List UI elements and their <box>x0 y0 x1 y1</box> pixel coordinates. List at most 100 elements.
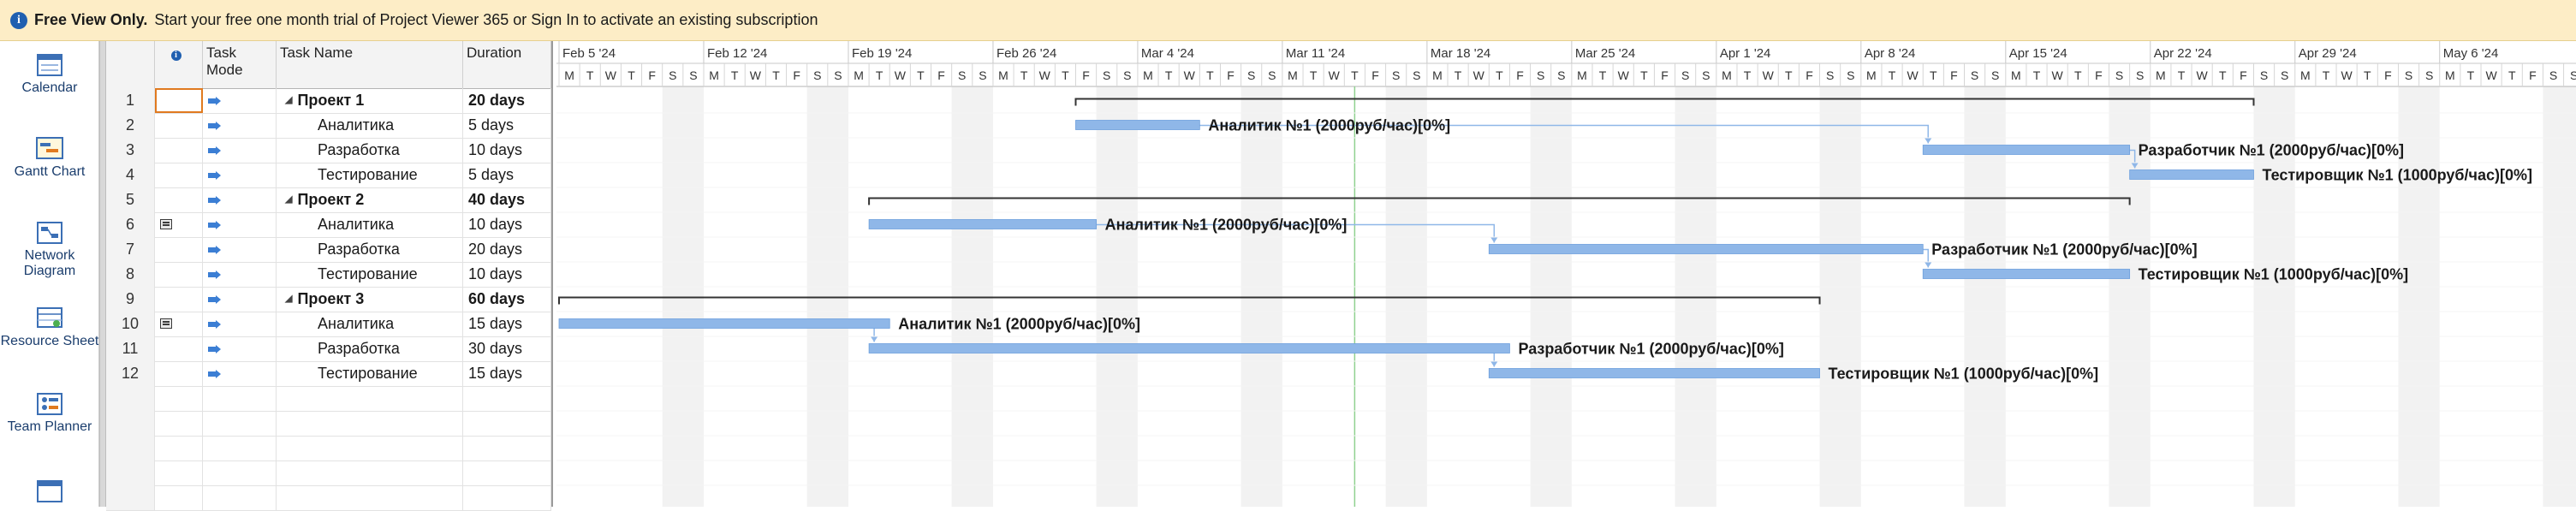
indicator-cell[interactable] <box>155 237 203 262</box>
indicator-cell[interactable] <box>155 312 203 336</box>
table-row[interactable]: 9 ◢ Проект 3 60 days <box>106 287 551 312</box>
table-row[interactable]: 8 Тестирование 10 days <box>106 262 551 288</box>
task-mode-cell[interactable] <box>203 312 277 336</box>
task-bar[interactable] <box>1075 120 1200 130</box>
task-mode-cell[interactable] <box>203 187 277 212</box>
duration-cell[interactable]: 10 days <box>463 138 551 163</box>
task-bar[interactable] <box>2129 169 2254 180</box>
duration-cell[interactable]: 10 days <box>463 262 551 287</box>
empty-row[interactable] <box>106 460 551 486</box>
duration-cell[interactable]: 20 days <box>463 88 551 113</box>
indicator-cell[interactable] <box>155 113 203 138</box>
empty-cell[interactable] <box>277 460 463 485</box>
empty-cell[interactable] <box>106 411 155 436</box>
sidebar-item-gantt[interactable]: Gantt Chart <box>0 135 99 180</box>
empty-cell[interactable] <box>155 386 203 411</box>
row-id[interactable]: 7 <box>106 237 155 262</box>
table-row[interactable]: 1 ◢ Проект 1 20 days <box>106 88 551 114</box>
task-name-cell[interactable]: Тестирование <box>277 163 463 187</box>
duration-cell[interactable]: 5 days <box>463 113 551 138</box>
task-mode-cell[interactable] <box>203 88 277 113</box>
task-bar[interactable] <box>1922 145 2131 155</box>
indicator-cell[interactable] <box>155 262 203 287</box>
task-mode-cell[interactable] <box>203 287 277 312</box>
empty-cell[interactable] <box>277 436 463 460</box>
task-mode-cell[interactable] <box>203 237 277 262</box>
row-id[interactable]: 1 <box>106 88 155 113</box>
task-name-cell[interactable]: Разработка <box>277 237 463 262</box>
table-row[interactable]: 10 Аналитика 15 days <box>106 312 551 337</box>
sidebar-item-more[interactable] <box>0 478 99 507</box>
empty-cell[interactable] <box>203 460 277 485</box>
duration-cell[interactable]: 15 days <box>463 312 551 336</box>
task-name-cell[interactable]: ◢ Проект 3 <box>277 287 463 312</box>
task-mode-cell[interactable] <box>203 361 277 386</box>
duration-cell[interactable]: 20 days <box>463 237 551 262</box>
task-bar[interactable] <box>1488 244 1924 254</box>
empty-cell[interactable] <box>203 411 277 436</box>
task-bar[interactable] <box>868 219 1098 229</box>
empty-row[interactable] <box>106 386 551 412</box>
duration-cell[interactable]: 10 days <box>463 212 551 237</box>
indicator-cell[interactable] <box>155 138 203 163</box>
indicator-cell[interactable] <box>155 212 203 237</box>
row-id[interactable]: 10 <box>106 312 155 336</box>
empty-cell[interactable] <box>106 460 155 485</box>
task-name-cell[interactable]: Тестирование <box>277 361 463 386</box>
table-row[interactable]: 12 Тестирование 15 days <box>106 361 551 387</box>
sidebar-item-network[interactable]: Network Diagram <box>0 219 99 279</box>
row-id[interactable]: 12 <box>106 361 155 386</box>
summary-bar[interactable] <box>868 197 2131 205</box>
collapse-caret-icon[interactable]: ◢ <box>285 287 292 312</box>
empty-cell[interactable] <box>106 386 155 411</box>
task-bar[interactable] <box>1922 269 2131 279</box>
empty-cell[interactable] <box>155 460 203 485</box>
sidebar-item-team-planner[interactable]: Team Planner <box>0 390 99 435</box>
task-name-cell[interactable]: Аналитика <box>277 212 463 237</box>
indicator-cell[interactable] <box>155 88 203 113</box>
row-id[interactable]: 4 <box>106 163 155 187</box>
banner-message[interactable]: Start your free one month trial of Proje… <box>154 11 818 29</box>
table-row[interactable]: 11 Разработка 30 days <box>106 336 551 362</box>
duration-header[interactable]: Duration <box>463 41 551 88</box>
indicator-cell[interactable] <box>155 336 203 361</box>
empty-cell[interactable] <box>106 436 155 460</box>
task-mode-header[interactable]: Task Mode <box>203 41 277 88</box>
task-mode-cell[interactable] <box>203 262 277 287</box>
task-name-cell[interactable]: Разработка <box>277 138 463 163</box>
task-mode-cell[interactable] <box>203 212 277 237</box>
task-name-cell[interactable]: Разработка <box>277 336 463 361</box>
duration-cell[interactable]: 5 days <box>463 163 551 187</box>
task-name-cell[interactable]: Аналитика <box>277 113 463 138</box>
empty-cell[interactable] <box>203 436 277 460</box>
task-name-cell[interactable]: ◢ Проект 1 <box>277 88 463 113</box>
row-id[interactable]: 3 <box>106 138 155 163</box>
collapse-caret-icon[interactable]: ◢ <box>285 187 292 212</box>
table-row[interactable]: 5 ◢ Проект 2 40 days <box>106 187 551 213</box>
indicators-header[interactable]: i <box>155 41 203 88</box>
empty-cell[interactable] <box>463 386 551 411</box>
sidebar-item-resource-sheet[interactable]: Resource Sheet <box>0 305 99 349</box>
row-id[interactable]: 2 <box>106 113 155 138</box>
empty-cell[interactable] <box>155 411 203 436</box>
task-name-header[interactable]: Task Name <box>277 41 463 88</box>
row-id[interactable]: 11 <box>106 336 155 361</box>
empty-row[interactable] <box>106 436 551 461</box>
duration-cell[interactable]: 15 days <box>463 361 551 386</box>
indicator-cell[interactable] <box>155 361 203 386</box>
select-all-corner[interactable] <box>106 41 155 88</box>
row-id[interactable]: 6 <box>106 212 155 237</box>
indicator-cell[interactable] <box>155 287 203 312</box>
indicator-cell[interactable] <box>155 187 203 212</box>
table-row[interactable]: 6 Аналитика 10 days <box>106 212 551 238</box>
task-bar[interactable] <box>868 343 1510 354</box>
task-bar[interactable] <box>558 318 890 329</box>
row-id[interactable]: 8 <box>106 262 155 287</box>
empty-row[interactable] <box>106 411 551 437</box>
task-bar[interactable] <box>1488 368 1820 378</box>
empty-cell[interactable] <box>463 460 551 485</box>
task-mode-cell[interactable] <box>203 336 277 361</box>
duration-cell[interactable]: 60 days <box>463 287 551 312</box>
indicator-cell[interactable] <box>155 163 203 187</box>
table-row[interactable]: 4 Тестирование 5 days <box>106 163 551 188</box>
